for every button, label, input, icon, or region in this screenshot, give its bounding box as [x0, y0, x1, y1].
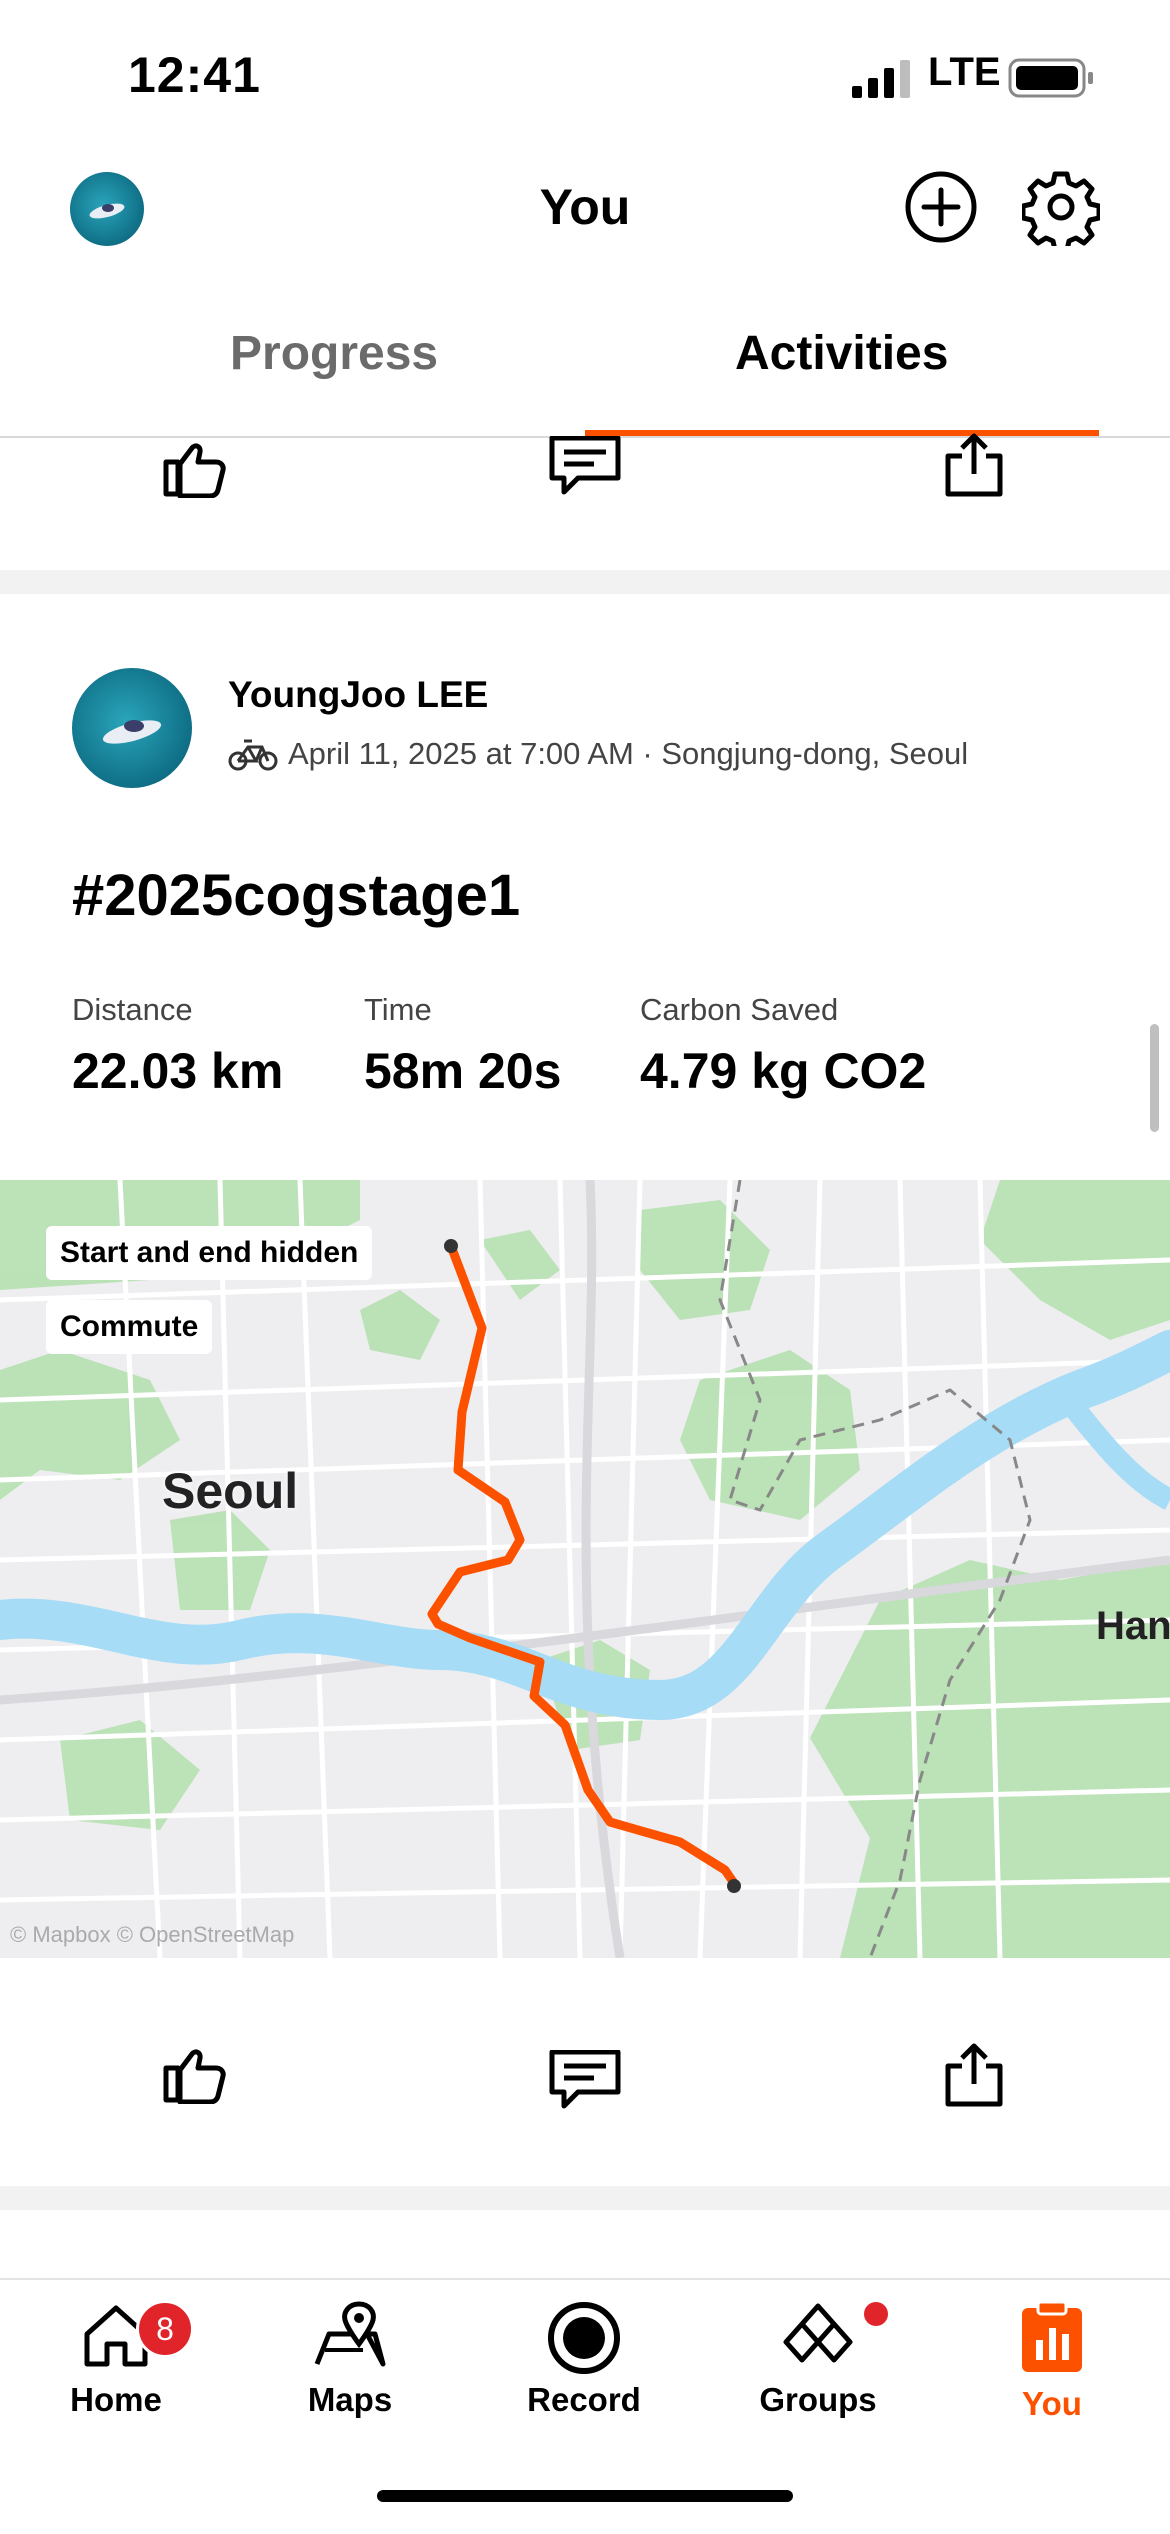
- comment-icon[interactable]: [548, 436, 622, 500]
- nav-groups-label: Groups: [759, 2381, 877, 2418]
- map-icon: [314, 2301, 386, 2367]
- stat-distance-value: 22.03 km: [72, 1043, 284, 1099]
- status-time: 12:41: [128, 47, 261, 103]
- map-label-han: Han: [1096, 1604, 1170, 1648]
- gear-icon[interactable]: [1022, 168, 1100, 246]
- stat-time-value: 58m 20s: [364, 1043, 562, 1099]
- home-badge: 8: [136, 2300, 194, 2358]
- battery-icon: [1008, 58, 1093, 98]
- stat-distance-label: Distance: [72, 992, 193, 1027]
- route-map[interactable]: Start and end hidden Commute Seoul Han ©…: [0, 1180, 1170, 1958]
- groups-icon: [783, 2303, 853, 2363]
- activity-title[interactable]: #2025cogstage1: [72, 862, 520, 929]
- card-separator: [0, 570, 1170, 594]
- nav-record-label: Record: [527, 2381, 641, 2418]
- athlete-name[interactable]: YoungJoo LEE: [228, 674, 488, 716]
- badge-start-end-hidden: Start and end hidden: [46, 1226, 373, 1280]
- stat-carbon-value: 4.79 kg CO2: [640, 1043, 927, 1099]
- page-title: You: [539, 179, 631, 235]
- share-icon[interactable]: [942, 432, 1006, 498]
- record-icon: [548, 2302, 620, 2374]
- stat-time-label: Time: [364, 992, 432, 1027]
- activity-date-location: April 11, 2025 at 7:00 AM · Songjung-don…: [288, 736, 969, 771]
- athlete-avatar[interactable]: [72, 668, 192, 788]
- map-attribution[interactable]: © Mapbox © OpenStreetMap: [10, 1922, 294, 1948]
- nav-home[interactable]: Home 8: [16, 2300, 216, 2419]
- nav-you[interactable]: You: [952, 2300, 1152, 2423]
- scrollbar[interactable]: [1150, 1024, 1159, 1132]
- share-icon[interactable]: [942, 2042, 1006, 2108]
- card-separator: [0, 2186, 1170, 2210]
- nav-you-label: You: [1022, 2385, 1082, 2422]
- thumbs-up-icon[interactable]: [158, 2042, 228, 2104]
- comment-icon[interactable]: [548, 2050, 622, 2114]
- map-canvas: [0, 1180, 1170, 1958]
- home-indicator: [377, 2490, 793, 2502]
- plus-circle-icon[interactable]: [902, 168, 980, 246]
- activity-meta: April 11, 2025 at 7:00 AM · Songjung-don…: [228, 736, 968, 772]
- groups-notification-dot: [864, 2302, 888, 2326]
- thumbs-up-icon[interactable]: [158, 436, 228, 498]
- stat-carbon-label: Carbon Saved: [640, 992, 839, 1027]
- nav-maps-label: Maps: [307, 2381, 393, 2418]
- bike-icon: [228, 739, 278, 771]
- signal-icon: [852, 60, 910, 98]
- map-label-seoul: Seoul: [162, 1463, 299, 1519]
- network-label: LTE: [928, 50, 1001, 94]
- tab-activities[interactable]: Activities: [735, 326, 948, 381]
- nav-record[interactable]: Record: [484, 2300, 684, 2419]
- tab-progress[interactable]: Progress: [230, 326, 438, 381]
- nav-home-label: Home: [70, 2381, 162, 2418]
- tab-bar-top: Progress Activities: [0, 280, 1170, 436]
- badge-commute: Commute: [46, 1300, 213, 1354]
- you-icon: [1022, 2300, 1082, 2372]
- nav-maps[interactable]: Maps: [250, 2300, 450, 2419]
- nav-groups[interactable]: Groups: [718, 2300, 918, 2419]
